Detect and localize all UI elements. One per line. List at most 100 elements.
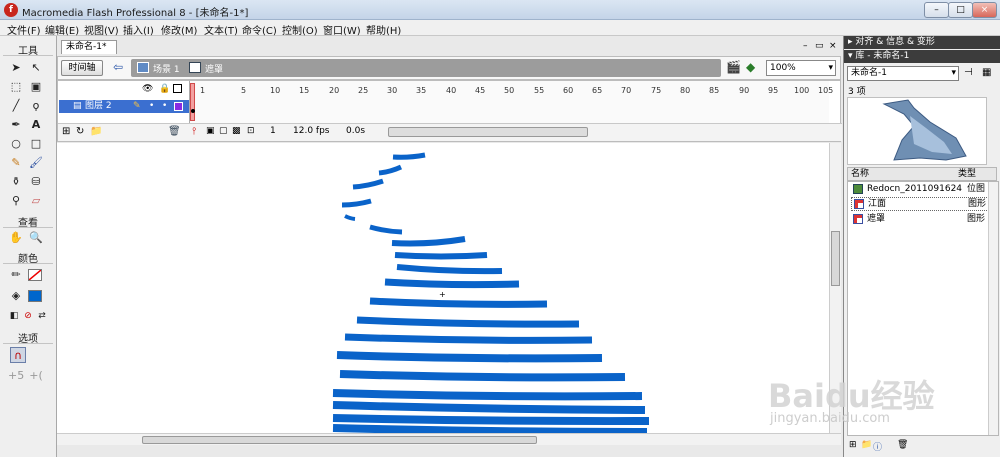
timeline-toggle-button[interactable]: 时间轴 [61, 60, 103, 76]
playhead[interactable] [190, 83, 195, 121]
menu-commands[interactable]: 命令(C) [242, 22, 277, 37]
straighten-icon[interactable]: +( [28, 368, 44, 384]
doc-minimize-button[interactable]: – [803, 41, 808, 51]
list-item[interactable]: 遮罩 图形 [851, 212, 993, 226]
layer-row[interactable]: ▤ 图层 2 ✎ • • [59, 100, 189, 113]
name-column-header[interactable]: 名称 [851, 168, 869, 180]
stroke-color-icon[interactable]: ✏ [8, 267, 24, 283]
insert-folder-icon[interactable]: 📁 [90, 126, 102, 137]
scene-label[interactable]: 场景 1 [153, 62, 180, 75]
type-column-header[interactable]: 类型 [958, 168, 976, 180]
ink-bottle-tool-icon[interactable]: ⚱ [8, 174, 24, 190]
library-scrollbar[interactable] [988, 182, 998, 435]
timeline-scrollbar[interactable] [388, 127, 588, 137]
close-button[interactable]: × [972, 2, 997, 18]
fill-color-icon[interactable]: ◈ [8, 288, 24, 304]
properties-icon[interactable]: ⓘ [873, 440, 882, 453]
symbol-label[interactable]: 遮罩 [205, 62, 223, 75]
paint-bucket-tool-icon[interactable]: ⛁ [28, 174, 44, 190]
new-symbol-icon[interactable]: ⊞ [849, 440, 857, 450]
blue-stripe[interactable] [344, 333, 593, 344]
blue-stripe[interactable] [369, 224, 403, 235]
fill-transform-tool-icon[interactable]: ▣ [28, 79, 44, 95]
menu-edit[interactable]: 编辑(E) [45, 22, 79, 37]
blue-stripe[interactable] [369, 297, 548, 308]
hand-tool-icon[interactable]: ✋ [8, 230, 24, 246]
blue-stripe[interactable] [332, 401, 646, 414]
library-panel-header[interactable]: ▾ 库 - 未命名-1 [844, 50, 1000, 63]
onion-skin-icon[interactable]: ▣ [206, 126, 215, 136]
list-item[interactable]: 江面 图形 [851, 197, 993, 211]
add-guide-layer-icon[interactable]: ↻ [76, 126, 84, 137]
list-item[interactable]: Redocn_2011091624… 位图 [851, 182, 993, 196]
snap-magnet-icon[interactable]: ∩ [10, 347, 26, 363]
stage[interactable]: + [57, 143, 829, 436]
swap-colors-icon[interactable]: ⇄ [34, 308, 50, 324]
pencil-tool-icon[interactable]: ✎ [8, 155, 24, 171]
frame-grid[interactable]: 1 5 10 15 20 25 30 35 40 45 50 55 60 65 … [189, 81, 833, 123]
blue-stripe[interactable] [344, 214, 356, 221]
doc-restore-button[interactable]: ▭ [815, 41, 824, 51]
blue-stripe[interactable] [392, 152, 426, 160]
library-document-select[interactable]: 未命名-1 ▾ [847, 66, 959, 81]
blue-stripe[interactable] [391, 236, 466, 247]
horizontal-scrollbar[interactable] [57, 433, 841, 445]
delete-icon[interactable]: 🗑 [897, 440, 908, 450]
scroll-thumb[interactable] [831, 231, 840, 286]
menu-help[interactable]: 帮助(H) [366, 22, 401, 37]
free-transform-tool-icon[interactable]: ⬚ [8, 79, 24, 95]
insert-layer-icon[interactable]: ⊞ [62, 126, 70, 137]
blue-stripe[interactable] [332, 389, 643, 401]
menu-control[interactable]: 控制(O) [282, 22, 318, 37]
minimize-button[interactable]: – [924, 2, 949, 18]
visibility-dot-icon[interactable]: • [149, 100, 154, 113]
blue-stripe[interactable] [384, 278, 520, 289]
menu-file[interactable]: 文件(F) [7, 22, 41, 37]
line-tool-icon[interactable]: ╱ [8, 98, 24, 114]
edit-scene-icon[interactable]: 🎬 [726, 60, 741, 74]
menu-text[interactable]: 文本(T) [204, 22, 238, 37]
back-arrow-icon[interactable]: ⇦ [110, 60, 126, 76]
trash-icon[interactable]: 🗑 [168, 126, 181, 137]
align-panel-header[interactable]: ▸ 对齐 & 信息 & 变形 [844, 36, 1000, 49]
maximize-button[interactable]: □ [948, 2, 973, 18]
eye-icon[interactable]: 👁 [142, 84, 153, 94]
pen-tool-icon[interactable]: ✒ [8, 117, 24, 133]
menu-view[interactable]: 视图(V) [84, 22, 119, 37]
outline-icon[interactable] [173, 84, 182, 93]
selection-tool-icon[interactable]: ➤ [8, 60, 24, 76]
zoom-tool-icon[interactable]: 🔍 [28, 230, 44, 246]
doc-close-button[interactable]: × [829, 41, 837, 51]
onion-outlines-icon[interactable]: ▢ [219, 126, 228, 136]
stroke-color-swatch[interactable] [28, 269, 42, 281]
oval-tool-icon[interactable]: ○ [8, 136, 24, 152]
menu-insert[interactable]: 插入(I) [123, 22, 154, 37]
edit-multiple-frames-icon[interactable]: ▩ [232, 126, 241, 136]
new-folder-icon[interactable]: 📁 [861, 440, 872, 450]
pin-icon[interactable]: ⊣ [964, 67, 973, 78]
blue-stripe[interactable] [394, 252, 488, 260]
blue-stripe[interactable] [378, 164, 403, 176]
fill-color-swatch[interactable] [28, 290, 42, 302]
lasso-tool-icon[interactable]: ϙ [28, 98, 44, 114]
eyedropper-tool-icon[interactable]: ⚲ [8, 193, 24, 209]
blue-stripe[interactable] [339, 370, 626, 382]
blue-stripe[interactable] [396, 264, 503, 275]
lock-icon[interactable]: 🔒 [159, 84, 170, 94]
document-tab[interactable]: 未命名-1* [61, 40, 117, 54]
blue-stripe[interactable] [332, 424, 648, 436]
blue-stripe[interactable] [352, 178, 384, 190]
eraser-tool-icon[interactable]: ▱ [28, 193, 44, 209]
new-library-icon[interactable]: ▦ [982, 67, 991, 78]
rectangle-tool-icon[interactable]: □ [28, 136, 44, 152]
zoom-select[interactable]: 100% ▾ [766, 60, 836, 76]
brush-tool-icon[interactable]: 🖌 [28, 155, 44, 171]
onion-markers-icon[interactable]: ⊡ [247, 126, 255, 136]
menu-window[interactable]: 窗口(W) [323, 22, 361, 37]
blue-stripe[interactable] [341, 198, 372, 208]
blue-stripe[interactable] [332, 414, 650, 426]
menu-modify[interactable]: 修改(M) [161, 22, 197, 37]
keyframe-dot[interactable] [191, 109, 195, 113]
text-tool-icon[interactable]: A [28, 117, 44, 133]
scroll-thumb[interactable] [142, 436, 537, 444]
